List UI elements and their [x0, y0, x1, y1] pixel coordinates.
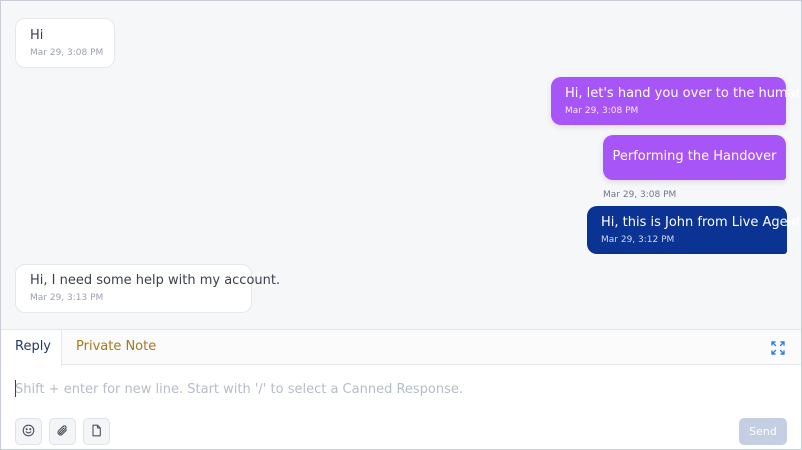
- message-time: Mar 29, 3:13 PM: [30, 293, 104, 303]
- reply-box: Reply Private Note Shift + enter for new…: [1, 329, 801, 449]
- message-text: Hi, I need some help with my account.: [30, 273, 281, 288]
- message-bubble-customer: Hi, I need some help with my account. Ma…: [15, 264, 281, 313]
- message-text: Hi, this is John from Live Agent.: [601, 215, 802, 230]
- message-bubble-bot-handover: Performing the Handover: [603, 135, 786, 180]
- message-time: Mar 29, 3:08 PM: [603, 190, 677, 200]
- message-time: Mar 29, 3:08 PM: [565, 106, 639, 116]
- tab-private-note[interactable]: Private Note: [62, 330, 170, 365]
- send-button[interactable]: Send: [739, 418, 787, 445]
- message-text: Hi: [30, 28, 44, 43]
- message-bubble-bot: Hi, let's hand you over to the humans. M…: [551, 77, 802, 125]
- message-text: Performing the Handover: [612, 149, 777, 164]
- canned-document-button[interactable]: [83, 418, 110, 445]
- tab-reply[interactable]: Reply: [1, 330, 62, 366]
- reply-tabs: Reply Private Note: [1, 330, 801, 366]
- attach-file-button[interactable]: [49, 418, 76, 445]
- document-icon: [90, 422, 103, 441]
- emoji-button[interactable]: [15, 418, 42, 445]
- text-caret: [15, 380, 16, 397]
- chat-window: Hi Mar 29, 3:08 PM Hi, let's hand you ov…: [0, 0, 802, 450]
- message-input[interactable]: [15, 379, 787, 399]
- attachment-icon: [56, 422, 69, 441]
- emoji-icon: [22, 422, 35, 441]
- expand-icon[interactable]: [771, 340, 785, 355]
- message-bubble-agent: Hi, this is John from Live Agent. Mar 29…: [587, 206, 802, 254]
- message-bubble-customer: Hi Mar 29, 3:08 PM: [15, 18, 115, 68]
- message-list: Hi Mar 29, 3:08 PM Hi, let's hand you ov…: [1, 1, 801, 329]
- message-time: Mar 29, 3:12 PM: [601, 235, 675, 245]
- message-text: Hi, let's hand you over to the humans.: [565, 86, 802, 101]
- message-time: Mar 29, 3:08 PM: [30, 48, 104, 58]
